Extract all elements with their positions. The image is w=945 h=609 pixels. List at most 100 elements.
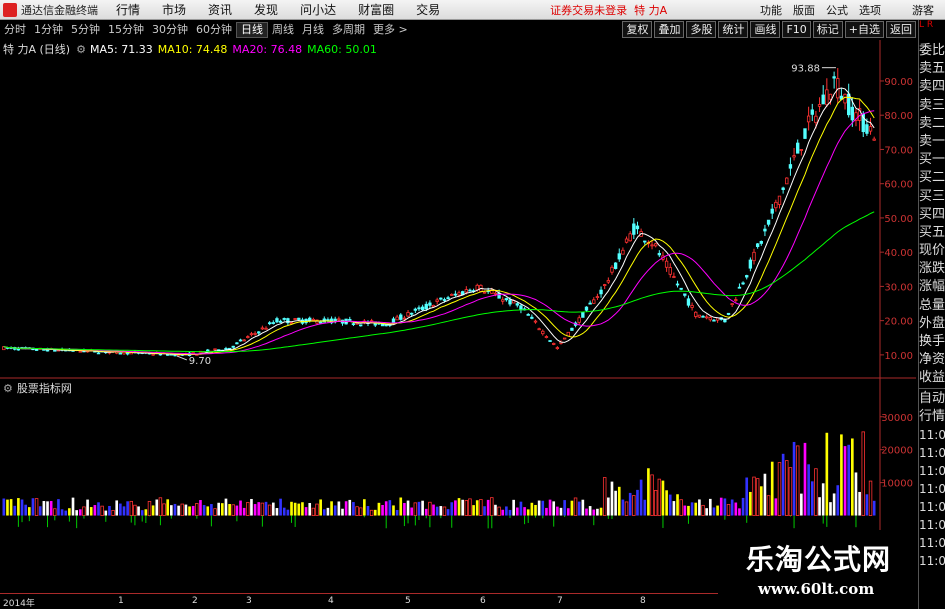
menu-gongshi[interactable]: 公式 <box>826 2 848 18</box>
time-axis-label: 8 <box>640 596 646 606</box>
quote-item[interactable]: 卖五 <box>919 60 945 78</box>
volume-bar <box>246 502 250 516</box>
candle-body <box>766 219 771 225</box>
candle-body <box>672 276 676 278</box>
quote-item[interactable]: 卖二 <box>919 115 945 133</box>
quote-item[interactable]: 总量 <box>919 297 945 315</box>
tool-biaoji-button[interactable]: 标记 <box>812 21 843 38</box>
watermark-url: www.60lt.com <box>758 580 875 598</box>
login-notice[interactable]: 证券交易未登录 特 力A <box>550 2 667 18</box>
period-tab[interactable]: 1分钟 <box>30 21 67 39</box>
tool-diejia-button[interactable]: 叠加 <box>654 21 685 38</box>
period-tab-active[interactable]: 日线 <box>236 22 268 38</box>
volume-bar <box>147 500 152 516</box>
volume-bar <box>690 502 694 516</box>
tool-huaxian-button[interactable]: 画线 <box>750 21 781 38</box>
candle-body <box>868 126 873 132</box>
guest-label[interactable]: 游客 <box>912 2 934 18</box>
volume-bar <box>290 501 293 516</box>
volume-bar <box>854 472 858 516</box>
quote-item[interactable]: 卖一 <box>919 133 945 151</box>
menu-shichang[interactable]: 市场 <box>162 1 186 18</box>
candle-body <box>606 280 611 283</box>
menu-jiaoyi[interactable]: 交易 <box>416 1 440 18</box>
candle-body <box>348 319 352 321</box>
menu-faxian[interactable]: 发现 <box>254 1 278 18</box>
candle-body <box>151 353 155 356</box>
volume-bar <box>486 499 490 516</box>
tool-zixuan-button[interactable]: +自选 <box>844 21 884 38</box>
menu-caifuquan[interactable]: 财富圈 <box>358 1 394 18</box>
volume-bar <box>64 510 68 516</box>
quote-item[interactable]: 换手 <box>919 333 945 351</box>
volume-bar <box>231 504 235 516</box>
quote-item[interactable]: 买二 <box>919 169 945 187</box>
quote-item[interactable]: 买五 <box>919 224 945 242</box>
candle-body <box>515 303 519 306</box>
menu-zixun[interactable]: 资讯 <box>208 1 232 18</box>
candle-body <box>311 318 316 321</box>
menu-xuanxiang[interactable]: 选项 <box>859 2 881 18</box>
period-tab[interactable]: 多周期 <box>328 21 369 39</box>
title-bar: 通达信金融终端 行情 市场 资讯 发现 问小达 财富圈 交易 证券交易未登录 特… <box>0 0 945 20</box>
volume-bar <box>381 504 384 516</box>
menu-banmian[interactable]: 版面 <box>793 2 815 18</box>
quote-item[interactable]: 现价 <box>919 242 945 260</box>
panel-tab[interactable]: 行情 <box>919 408 945 426</box>
period-tab[interactable]: 分时 <box>0 21 30 39</box>
candle-body <box>603 284 607 286</box>
volume-bar <box>293 502 297 516</box>
quote-item[interactable]: 外盘 <box>919 315 945 333</box>
period-tab[interactable]: 30分钟 <box>148 21 192 39</box>
tool-tongji-button[interactable]: 统计 <box>718 21 749 38</box>
volume-bar <box>836 485 840 516</box>
period-tab[interactable]: 60分钟 <box>192 21 236 39</box>
candle-body <box>694 311 698 317</box>
volume-bar <box>311 507 316 516</box>
volume-tick-label: 10000 <box>881 479 913 490</box>
indicator-settings-icon[interactable]: ⚙ <box>3 382 13 395</box>
period-tab[interactable]: 15分钟 <box>104 21 148 39</box>
volume-bar <box>42 501 46 516</box>
quote-item[interactable]: 涨跌 <box>919 260 945 278</box>
period-tab[interactable]: 月线 <box>298 21 328 39</box>
period-tab[interactable]: 周线 <box>268 21 298 39</box>
period-bar: 分时 1分钟 5分钟 15分钟 30分钟 60分钟 日线 周线 月线 多周期 更… <box>0 21 916 39</box>
quote-item[interactable]: 净资 <box>919 351 945 369</box>
tool-f10-button[interactable]: F10 <box>782 21 811 38</box>
quote-item[interactable]: 买四 <box>919 206 945 224</box>
volume-bar <box>24 504 27 516</box>
chart-area[interactable]: 90.00 80.00 70.00 60.00 50.00 40.00 30.00 20.00… <box>0 40 916 593</box>
period-tab-more[interactable]: 更多 > <box>369 21 412 39</box>
volume-bar <box>173 503 177 516</box>
panel-toggle[interactable]: L R <box>919 20 945 42</box>
quote-item[interactable]: 收益 <box>919 369 945 387</box>
volume-bar <box>800 493 803 516</box>
volume-bar <box>358 507 363 516</box>
volume-bar <box>450 502 454 516</box>
quote-item[interactable]: 涨幅 <box>919 278 945 296</box>
tool-duogu-button[interactable]: 多股 <box>686 21 717 38</box>
panel-tab[interactable]: 自动 <box>919 390 945 408</box>
volume-bar <box>483 506 486 516</box>
quote-item[interactable]: 卖四 <box>919 78 945 96</box>
ma-legend-item: MA10: 74.48 <box>157 42 228 56</box>
menu-gongneng[interactable]: 功能 <box>760 2 782 18</box>
volume-bar <box>814 468 818 516</box>
quote-item[interactable]: 委比 <box>919 42 945 60</box>
volume-bar <box>17 498 20 516</box>
quote-item[interactable]: 买一 <box>919 151 945 169</box>
period-tab[interactable]: 5分钟 <box>67 21 104 39</box>
tool-fanhui-button[interactable]: 返回 <box>886 21 916 38</box>
candle-body <box>508 299 512 305</box>
menu-wenxiaoda[interactable]: 问小达 <box>300 1 336 18</box>
quote-item[interactable]: 买三 <box>919 188 945 206</box>
chart-toolbar: 复权 叠加 多股 统计 画线 F10 标记 +自选 返回 <box>620 21 916 38</box>
settings-icon[interactable]: ⚙ <box>76 43 86 56</box>
menu-hangqing[interactable]: 行情 <box>116 1 140 18</box>
volume-bar <box>352 502 355 516</box>
quote-item[interactable]: 卖三 <box>919 97 945 115</box>
candle-body <box>759 240 763 244</box>
volume-bar <box>726 504 731 516</box>
tool-fuquan-button[interactable]: 复权 <box>622 21 653 38</box>
